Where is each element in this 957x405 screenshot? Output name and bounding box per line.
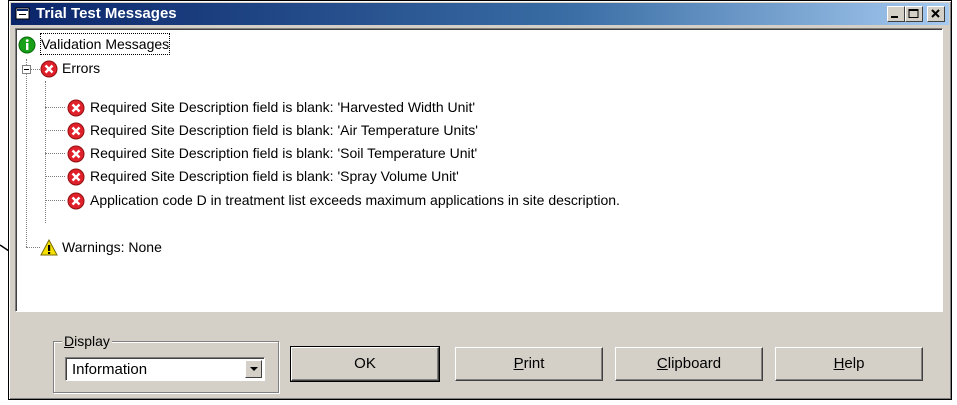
tree-root-node[interactable]: Validation Messages: [16, 33, 316, 55]
minimize-button[interactable]: [887, 6, 905, 22]
error-icon: [67, 122, 85, 140]
error-icon: [67, 99, 85, 117]
error-icon: [67, 192, 85, 210]
error-message: Required Site Description field is blank…: [90, 122, 478, 138]
display-legend: Display: [62, 333, 112, 349]
display-legend-accel: D: [64, 333, 75, 349]
error-message: Required Site Description field is blank…: [90, 168, 459, 184]
maximize-icon: [908, 9, 919, 18]
window-title: Trial Test Messages: [36, 5, 177, 22]
clipboard-button[interactable]: Clipboard: [615, 347, 763, 381]
tree-root-label: Validation Messages: [39, 33, 171, 55]
list-item[interactable]: Application code D in treatment list exc…: [16, 190, 936, 210]
list-item[interactable]: Required Site Description field is blank…: [16, 143, 936, 163]
tree-errors-node[interactable]: Errors: [16, 58, 316, 78]
title-bar[interactable]: Trial Test Messages: [11, 3, 949, 25]
display-legend-text: isplay: [74, 333, 110, 349]
print-accel: P: [513, 355, 524, 372]
help-accel: H: [833, 355, 845, 372]
info-icon: [18, 36, 36, 54]
list-item[interactable]: Required Site Description field is blank…: [16, 120, 936, 140]
messages-tree-panel[interactable]: Validation Messages Errors Required Site…: [15, 28, 943, 312]
error-message: Application code D in treatment list exc…: [90, 192, 620, 208]
clipboard-button-label: lipboard: [667, 355, 722, 372]
ok-button[interactable]: OK: [290, 346, 440, 382]
error-icon: [67, 168, 85, 186]
list-item[interactable]: Required Site Description field is blank…: [16, 166, 936, 186]
ok-button-label: OK: [354, 355, 376, 372]
tree-warnings-node[interactable]: Warnings: None: [16, 237, 316, 257]
display-select[interactable]: Information: [65, 357, 265, 381]
print-button-label: rint: [523, 355, 545, 372]
app-icon: [15, 7, 30, 20]
close-button[interactable]: [927, 6, 945, 22]
tree-warnings-label: Warnings: None: [62, 239, 162, 255]
list-item[interactable]: Required Site Description field is blank…: [16, 97, 936, 117]
error-message: Required Site Description field is blank…: [90, 99, 476, 115]
chevron-down-icon[interactable]: [245, 360, 262, 378]
error-icon: [40, 60, 58, 78]
tree-errors-label: Errors: [62, 60, 101, 76]
close-icon: [931, 9, 940, 18]
dialog-window: Trial Test Messages Validation Messages …: [8, 0, 952, 400]
clipboard-accel: C: [656, 355, 668, 372]
help-button[interactable]: Help: [775, 347, 923, 381]
error-message: Required Site Description field is blank…: [90, 145, 478, 161]
minimize-icon: [891, 16, 898, 18]
display-select-value: Information: [72, 361, 148, 378]
warning-icon: [40, 239, 58, 256]
error-icon: [67, 145, 85, 163]
print-button[interactable]: Print: [455, 347, 603, 381]
help-button-label: elp: [844, 355, 865, 372]
messages-tree[interactable]: Validation Messages Errors Required Site…: [16, 29, 942, 311]
maximize-button[interactable]: [905, 6, 923, 22]
